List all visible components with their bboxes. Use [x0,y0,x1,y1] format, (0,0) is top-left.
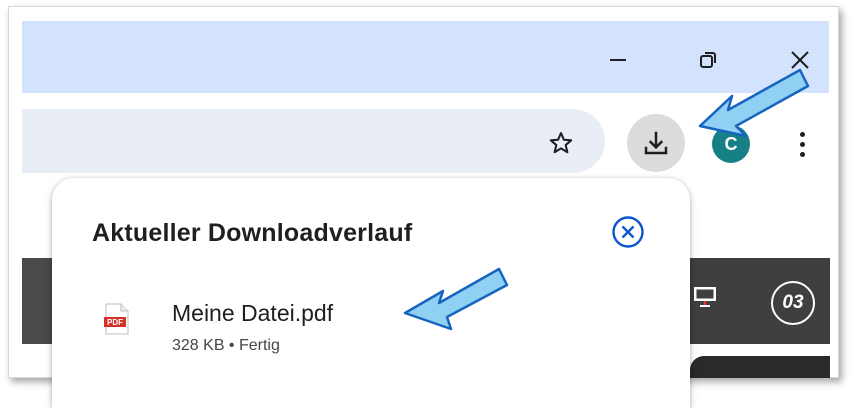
download-bubble-title: Aktueller Downloadverlauf [92,219,413,247]
pdf-icon-label: PDF [107,318,123,327]
download-file-name[interactable]: Meine Datei.pdf [172,300,333,327]
menu-dot [799,151,805,157]
page-footer-bar [690,356,830,378]
minimize-button[interactable] [598,42,638,78]
annotation-arrow-download [698,68,810,138]
download-bubble [52,178,690,408]
download-icon [644,131,668,155]
pdf-file-icon: PDF [104,303,129,335]
page-banner-left [22,258,52,344]
download-file-meta: 328 KB • Fertig [172,337,280,354]
address-bar[interactable] [22,109,605,173]
download-button[interactable] [627,114,685,172]
star-icon [549,132,573,154]
bookmark-button[interactable] [543,125,579,161]
download-bubble-close-button[interactable] [610,214,646,250]
annotation-arrow-file [403,267,509,331]
badge-03[interactable]: 03 [771,281,815,325]
monitor-icon[interactable] [692,285,718,309]
minimize-icon [610,59,626,61]
close-circle-icon [612,216,644,248]
